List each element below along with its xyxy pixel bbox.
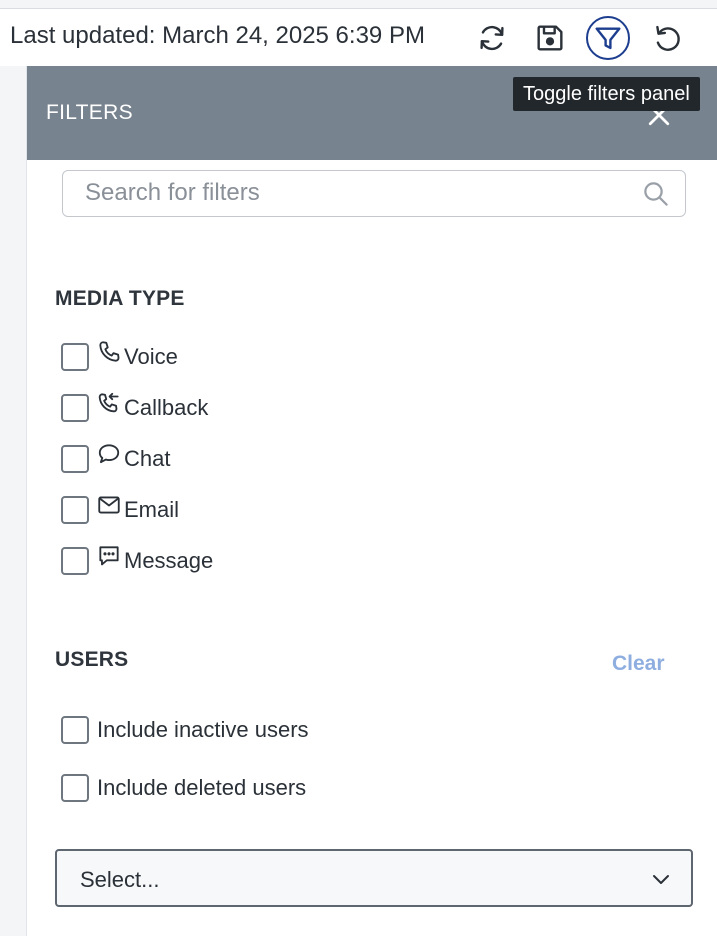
save-button[interactable] (528, 16, 572, 60)
phone-icon (99, 341, 120, 362)
include-deleted-users-option[interactable]: Include deleted users (61, 773, 306, 803)
include-inactive-users-option[interactable]: Include inactive users (61, 715, 309, 745)
email-checkbox[interactable] (61, 496, 89, 524)
callback-icon (98, 392, 119, 413)
message-icon (99, 546, 119, 566)
undo-icon (656, 25, 680, 51)
include-inactive-users-label: Include inactive users (97, 717, 309, 742)
media-type-option-chat[interactable]: Chat (61, 444, 170, 474)
filters-tooltip: Toggle filters panel (513, 77, 700, 111)
message-label: Message (124, 548, 214, 573)
users-clear-button[interactable]: Clear (612, 652, 665, 676)
chat-label: Chat (124, 446, 171, 471)
last-updated-text: Last updated: March 24, 2025 6:39 PM (10, 22, 425, 49)
media-type-option-email[interactable]: Email (61, 495, 179, 525)
include-deleted-users-checkbox[interactable] (61, 774, 89, 802)
chat-checkbox[interactable] (61, 445, 89, 473)
include-inactive-users-checkbox[interactable] (61, 716, 89, 744)
include-deleted-users-label: Include deleted users (97, 775, 307, 800)
filter-icon (595, 27, 621, 50)
envelope-icon (98, 496, 120, 514)
undo-button[interactable] (645, 16, 689, 60)
media-type-heading: MEDIA TYPE (55, 287, 185, 310)
message-checkbox[interactable] (61, 547, 89, 575)
filters-panel: FILTERS MEDIA TYPE Voice Callback (27, 66, 717, 936)
filter-toggle-button[interactable] (586, 16, 630, 60)
voice-checkbox[interactable] (61, 343, 89, 371)
left-gutter (0, 66, 27, 936)
refresh-button[interactable] (470, 16, 514, 60)
search-icon (644, 182, 668, 206)
filters-panel-title: FILTERS (46, 101, 133, 124)
filter-search-input[interactable] (63, 171, 623, 215)
voice-label: Voice (124, 344, 178, 369)
media-type-option-voice[interactable]: Voice (61, 341, 178, 372)
refresh-icon (480, 25, 504, 51)
users-select-value: Select... (80, 867, 160, 892)
chevron-down-icon (653, 875, 669, 884)
email-label: Email (124, 497, 180, 522)
media-type-option-callback[interactable]: Callback (61, 392, 209, 423)
users-select[interactable]: Select... (55, 849, 693, 907)
callback-checkbox[interactable] (61, 394, 89, 422)
filter-search-box (62, 170, 686, 217)
callback-label: Callback (124, 395, 209, 420)
media-type-option-message[interactable]: Message (61, 546, 213, 576)
chat-bubble-icon (98, 444, 120, 464)
save-icon (537, 25, 563, 51)
users-heading: USERS (55, 648, 129, 671)
